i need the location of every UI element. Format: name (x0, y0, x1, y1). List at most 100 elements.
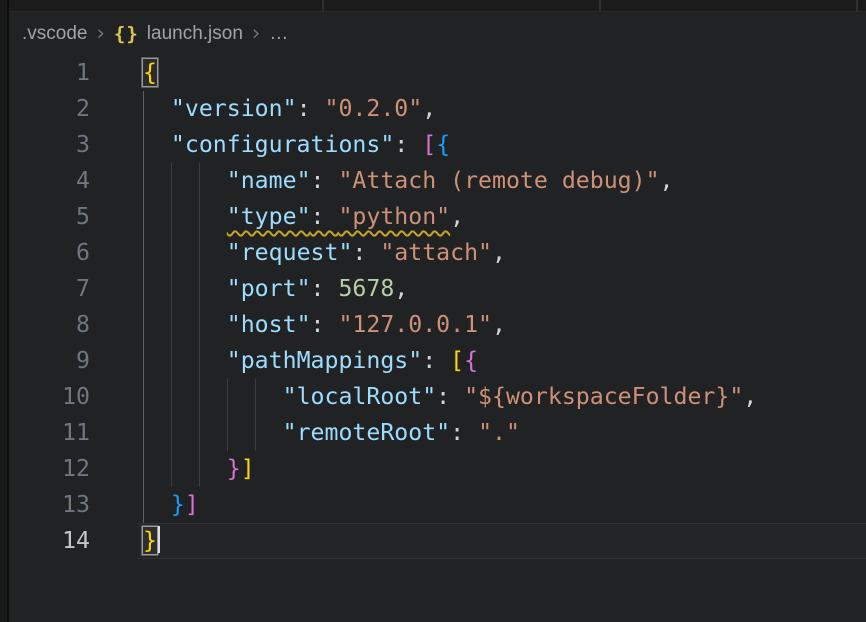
tab-bar-strip (0, 0, 866, 12)
line-number: 3 (11, 127, 90, 163)
token-string: "Attach (remote debug)" (338, 167, 659, 194)
token-bracket3: { (436, 131, 450, 158)
json-file-icon: {} (114, 23, 139, 45)
token-key: "remoteRoot" (283, 419, 451, 446)
line-number: 12 (11, 451, 90, 487)
token-punct: , (492, 239, 506, 266)
token-punct: : (450, 419, 478, 446)
code-text: "request": "attach", (143, 235, 506, 271)
code-line[interactable]: 3 "configurations": [{ (11, 127, 866, 163)
line-number: 11 (11, 415, 90, 451)
token-punct: , (660, 167, 674, 194)
editor-code-area[interactable]: 1{2 "version": "0.2.0",3 "configurations… (11, 55, 866, 559)
token-string: "${workspaceFolder}" (464, 383, 743, 410)
code-line[interactable]: 1{ (11, 55, 866, 91)
token-punct: , (492, 311, 506, 338)
token-string: "attach" (380, 239, 492, 266)
code-text: }] (143, 487, 199, 523)
token-punct: : (311, 311, 339, 338)
code-line[interactable]: 2 "version": "0.2.0", (11, 91, 866, 127)
line-number: 10 (11, 379, 90, 415)
code-text: "configurations": [{ (143, 127, 450, 163)
line-number: 5 (11, 199, 90, 235)
token-bracket1: [ (450, 347, 464, 374)
token-key: "configurations" (171, 131, 394, 158)
token-bracket1: ] (241, 455, 255, 482)
token-punct (143, 131, 171, 158)
code-line[interactable]: 14} (11, 523, 866, 559)
token-punct: : (436, 383, 464, 410)
tab-divider (599, 0, 601, 12)
token-key: "localRoot" (283, 383, 437, 410)
token-key: "pathMappings" (227, 347, 422, 374)
code-text: "host": "127.0.0.1", (143, 307, 506, 343)
code-line[interactable]: 10 "localRoot": "${workspaceFolder}", (11, 379, 866, 415)
line-number: 4 (11, 163, 90, 199)
token-punct (143, 203, 227, 230)
line-number: 6 (11, 235, 90, 271)
breadcrumb-file[interactable]: launch.json (147, 23, 243, 45)
token-key: "port" (227, 275, 311, 302)
token-key: "version" (171, 95, 297, 122)
token-punct (143, 275, 227, 302)
token-punct: : (422, 347, 450, 374)
token-punct: : (297, 95, 325, 122)
token-key: "type" (227, 203, 311, 230)
matched-bracket: { (143, 59, 157, 86)
code-line[interactable]: 9 "pathMappings": [{ (11, 343, 866, 379)
token-punct (143, 311, 227, 338)
text-cursor (158, 526, 160, 553)
token-punct: : (311, 167, 339, 194)
code-line[interactable]: 11 "remoteRoot": "." (11, 415, 866, 451)
token-punct (143, 95, 171, 122)
code-text: } (143, 523, 160, 559)
token-punct (143, 347, 227, 374)
token-punct (143, 167, 227, 194)
token-string: "0.2.0" (324, 95, 422, 122)
line-number: 14 (11, 523, 90, 559)
token-punct: : (352, 239, 380, 266)
token-bracket2: [ (422, 131, 436, 158)
token-punct: : (311, 275, 339, 302)
line-number: 7 (11, 271, 90, 307)
token-punct: , (450, 203, 464, 230)
code-line[interactable]: 7 "port": 5678, (11, 271, 866, 307)
token-key: "name" (227, 167, 311, 194)
code-line[interactable]: 8 "host": "127.0.0.1", (11, 307, 866, 343)
token-punct (143, 491, 171, 518)
token-punct (143, 455, 227, 482)
code-line[interactable]: 12 }] (11, 451, 866, 487)
code-text: "type": "python", (143, 199, 464, 235)
tab-divider (322, 0, 324, 12)
token-key: "host" (227, 311, 311, 338)
line-number: 8 (11, 307, 90, 343)
line-number: 1 (11, 55, 90, 91)
code-line[interactable]: 13 }] (11, 487, 866, 523)
token-string: "python" (338, 203, 450, 230)
token-bracket2: { (464, 347, 478, 374)
breadcrumb-symbol-more[interactable]: … (269, 23, 288, 45)
line-number: 13 (11, 487, 90, 523)
token-number: 5678 (338, 275, 394, 302)
token-bracket2: } (227, 455, 241, 482)
code-line[interactable]: 6 "request": "attach", (11, 235, 866, 271)
code-text: "name": "Attach (remote debug)", (143, 163, 674, 199)
sidebar-edge (0, 0, 9, 622)
token-string: "." (478, 419, 520, 446)
code-text: "localRoot": "${workspaceFolder}", (143, 379, 757, 415)
token-punct (143, 419, 283, 446)
chevron-right-icon: › (96, 23, 104, 44)
breadcrumb-folder[interactable]: .vscode (22, 23, 87, 45)
code-line[interactable]: 5 "type": "python", (11, 199, 866, 235)
token-punct: , (743, 383, 757, 410)
matched-bracket: } (143, 527, 157, 554)
token-punct (143, 383, 283, 410)
code-text: "port": 5678, (143, 271, 408, 307)
token-punct: , (422, 95, 436, 122)
token-bracket2: ] (185, 491, 199, 518)
token-bracket3: } (171, 491, 185, 518)
code-line[interactable]: 4 "name": "Attach (remote debug)", (11, 163, 866, 199)
code-text: "pathMappings": [{ (143, 343, 478, 379)
breadcrumb: .vscode › {} launch.json › … (11, 13, 866, 55)
line-number: 9 (11, 343, 90, 379)
